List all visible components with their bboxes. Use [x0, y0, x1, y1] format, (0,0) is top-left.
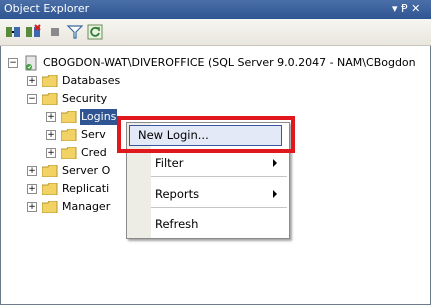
- folder-icon: [61, 111, 77, 123]
- tree-node-credentials[interactable]: + Cred: [46, 145, 126, 161]
- folder-icon: [42, 201, 58, 213]
- tree-node-databases[interactable]: + Databases: [27, 73, 177, 89]
- expand-toggle[interactable]: +: [27, 202, 37, 212]
- tree-node-management[interactable]: + Manager: [27, 199, 127, 215]
- tree-label: Databases: [62, 74, 121, 87]
- stop-icon[interactable]: [46, 23, 64, 41]
- tree-label: Cred: [81, 146, 107, 159]
- annotation-highlight-box: [117, 116, 295, 153]
- expand-toggle[interactable]: +: [46, 130, 56, 140]
- expand-toggle[interactable]: +: [27, 184, 37, 194]
- menu-separator: [151, 176, 287, 177]
- filter-icon[interactable]: [66, 23, 84, 41]
- expand-toggle[interactable]: +: [46, 112, 56, 122]
- server-label: CBOGDON-WAT\DIVEROFFICE (SQL Server 9.0.…: [43, 56, 416, 69]
- tree-label-selected: Logins: [80, 109, 118, 125]
- expand-toggle[interactable]: +: [27, 76, 37, 86]
- connect-icon[interactable]: [4, 23, 22, 41]
- tree-node-replication[interactable]: + Replicati: [27, 181, 127, 197]
- submenu-arrow-icon: [273, 190, 277, 198]
- menu-item-filter[interactable]: Filter: [155, 154, 183, 172]
- submenu-arrow-icon: [273, 159, 277, 167]
- tree-node-security[interactable]: − Security: [27, 91, 177, 107]
- folder-icon: [61, 129, 77, 141]
- panel-title: Object Explorer: [4, 2, 90, 15]
- window-controls[interactable]: ▾ Ᵽ ✕: [392, 2, 420, 15]
- menu-item-reports[interactable]: Reports: [155, 185, 199, 203]
- server-icon: [25, 55, 37, 71]
- expand-toggle[interactable]: +: [27, 166, 37, 176]
- tree-label: Manager: [62, 200, 111, 213]
- expand-toggle[interactable]: +: [46, 148, 56, 158]
- disconnect-icon[interactable]: [24, 23, 42, 41]
- collapse-toggle[interactable]: −: [8, 58, 18, 68]
- toolbar: [0, 19, 431, 46]
- tree-node-server-roles[interactable]: + Serv: [46, 127, 126, 143]
- tree-label: Server O: [62, 164, 111, 177]
- folder-icon: [42, 183, 58, 195]
- folder-icon: [61, 147, 77, 159]
- refresh-icon[interactable]: [86, 23, 104, 41]
- menu-item-refresh[interactable]: Refresh: [155, 215, 198, 233]
- folder-icon: [42, 75, 58, 87]
- folder-icon: [42, 165, 58, 177]
- tree-label: Serv: [81, 128, 106, 141]
- tree-label: Replicati: [62, 182, 110, 195]
- collapse-toggle[interactable]: −: [27, 94, 37, 104]
- title-bar: Object Explorer ▾ Ᵽ ✕: [0, 0, 431, 19]
- tree-label: Security: [62, 92, 108, 105]
- tree-node-server-objects[interactable]: + Server O: [27, 163, 127, 179]
- menu-separator: [151, 207, 287, 208]
- tree-node-server[interactable]: − CBOGDON-WAT\DIVEROFFICE (SQL Server 9.…: [8, 55, 428, 71]
- open-folder-icon: [42, 93, 58, 105]
